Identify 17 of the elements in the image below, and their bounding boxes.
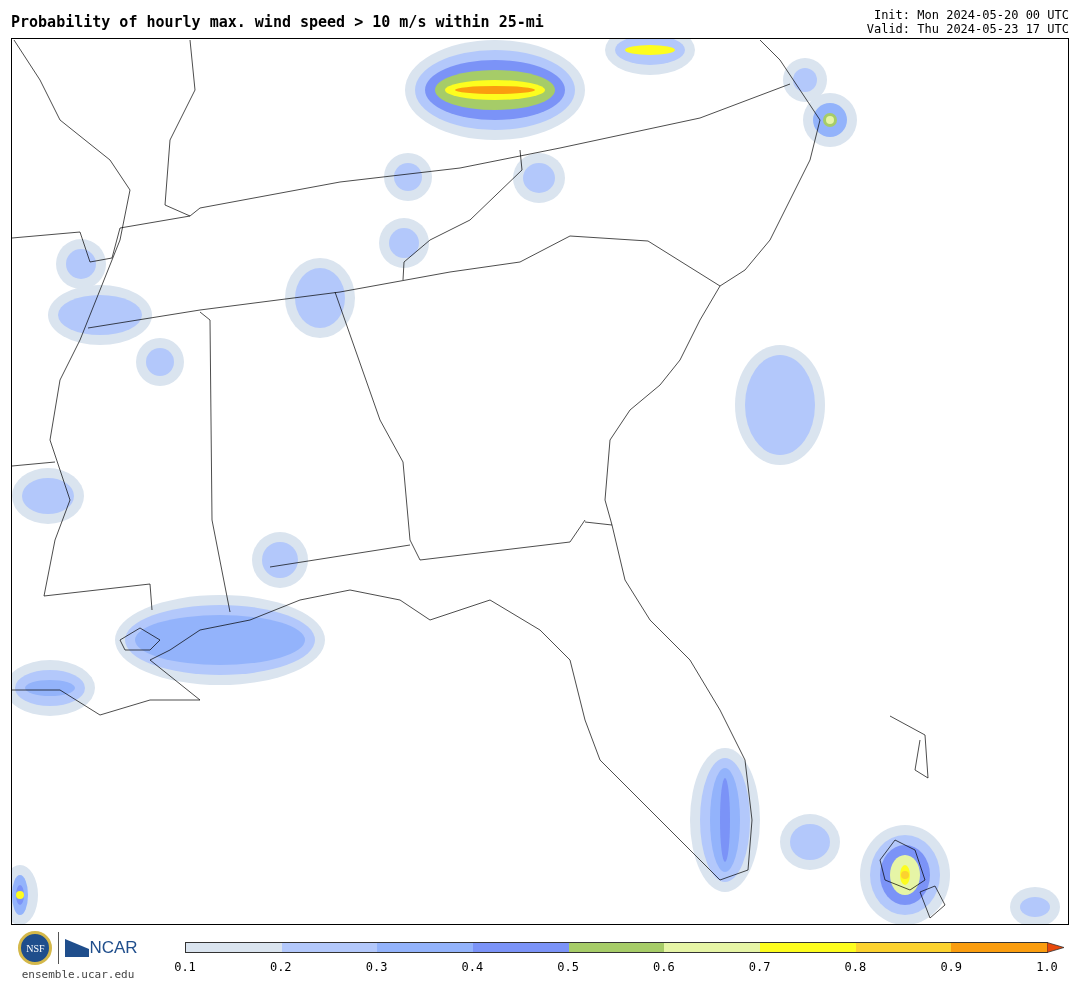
colorbar-tick-label: 0.2	[269, 959, 292, 976]
ncar-logo-text: NCAR	[89, 937, 138, 960]
colorbar-tick-label: 0.4	[461, 959, 484, 976]
ncar-logo-icon	[65, 939, 90, 957]
site-url: ensemble.ucar.edu	[21, 967, 135, 983]
colorbar-tick-label: 0.6	[653, 959, 675, 976]
colorbar-tick-label: 0.5	[557, 959, 579, 976]
colorbar-tick-label: 0.7	[748, 959, 771, 976]
colorbar-tick-label: 0.3	[365, 959, 388, 976]
nsf-logo: NSF	[18, 931, 53, 965]
map-title: Probability of hourly max. wind speed > 10 m/s within 25-mi	[11, 11, 544, 33]
valid-time: Valid: Thu 2024-05-23 17 UTC	[866, 22, 1069, 36]
colorbar-tick-label: 1.0	[1036, 959, 1058, 976]
colorbar-tick-label: 0.8	[844, 959, 867, 976]
colorbar-tick-label: 0.9	[940, 959, 963, 976]
init-time: Init: Mon 2024-05-20 00 UTC	[873, 8, 1069, 22]
colorbar-tick-label: 0.1	[174, 959, 196, 976]
